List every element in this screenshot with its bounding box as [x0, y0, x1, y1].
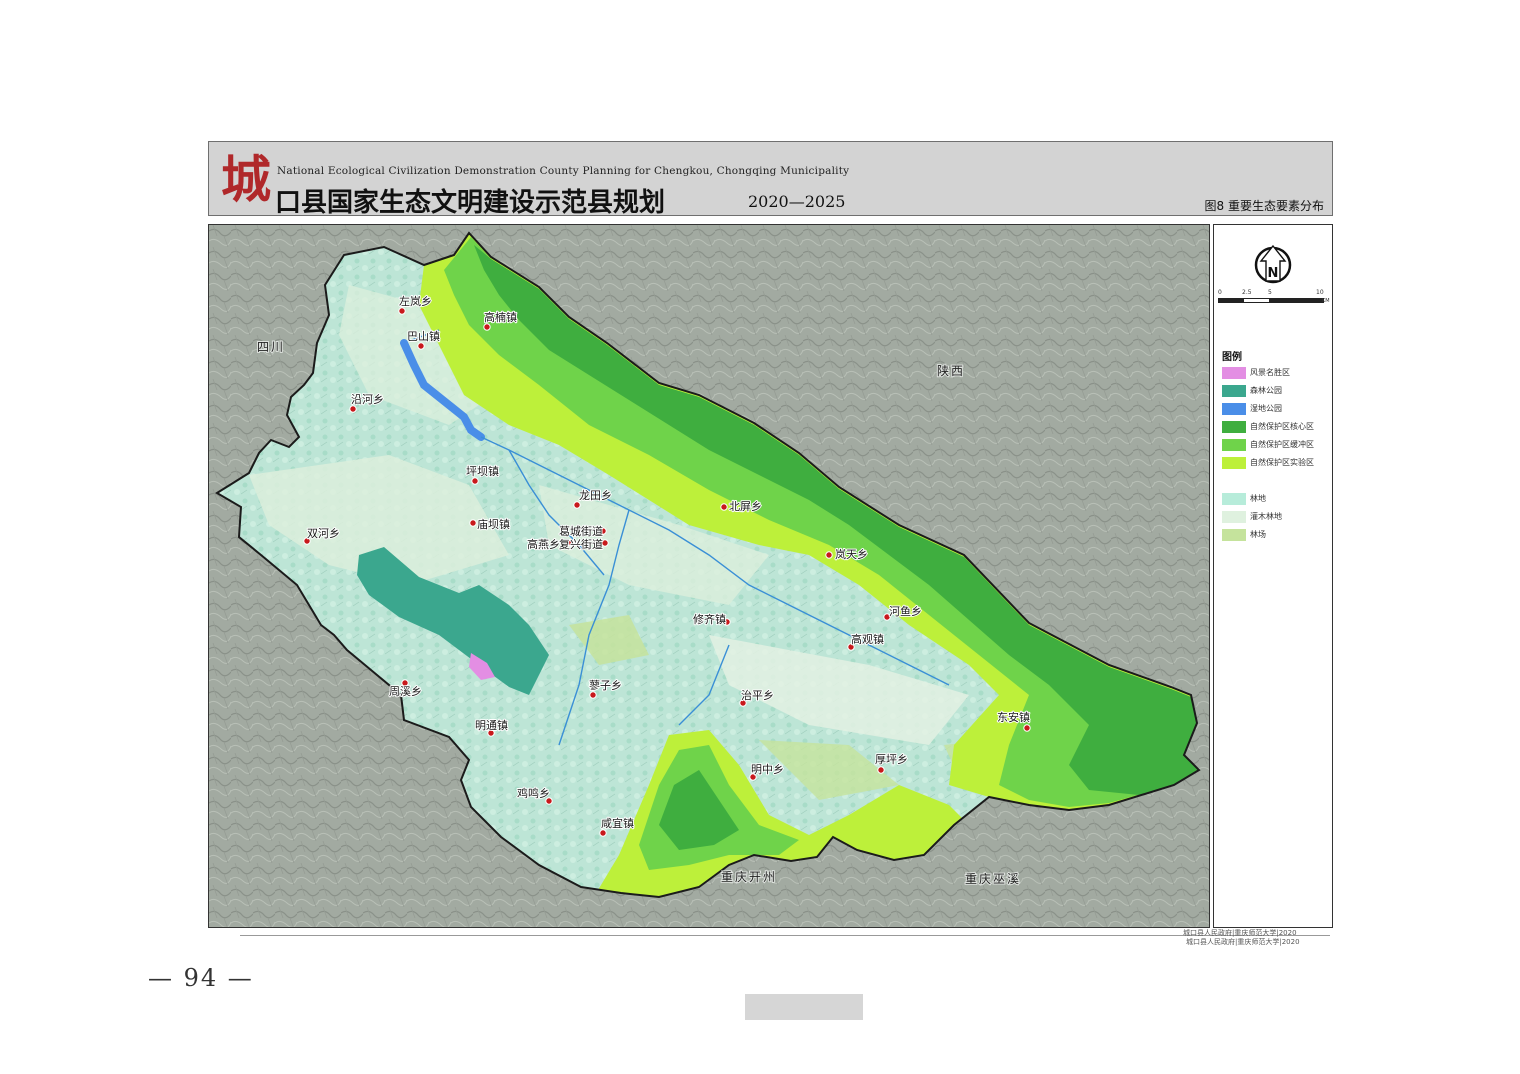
region-label-sichuan: 四川	[257, 340, 285, 354]
north-arrow-icon: N	[1254, 245, 1292, 284]
title-chinese: 口县国家生态文明建设示范县规划	[275, 188, 666, 218]
figure-label: 图8 重要生态要素分布	[1204, 199, 1324, 213]
town-label: 明通镇	[475, 718, 508, 732]
page-number: — 94 —	[148, 964, 254, 992]
legend-swatch	[1222, 439, 1246, 451]
town-label: 左岚乡	[399, 295, 432, 308]
map-header: 城 National Ecological Civilization Demon…	[208, 141, 1333, 218]
town-dot[interactable]	[589, 691, 597, 699]
town-label: 鸡鸣乡	[517, 786, 550, 800]
town-label: 蓼子乡	[589, 679, 622, 692]
scale-tick: 2.5	[1242, 289, 1252, 296]
credit-text: 城口县人民政府|重庆师范大学|2020	[1186, 938, 1300, 946]
legend-swatch	[1222, 367, 1246, 379]
town-label: 庙坝镇	[477, 517, 510, 531]
credit-divider	[240, 935, 1330, 936]
town-label: 北屏乡	[729, 500, 762, 513]
legend-swatch	[1222, 421, 1246, 433]
legend-label: 自然保护区核心区	[1250, 422, 1314, 431]
town-label: 厚坪乡	[875, 753, 908, 766]
town-dot[interactable]	[471, 477, 479, 485]
town-label: 治平乡	[741, 688, 774, 702]
legend-label: 灌木林地	[1250, 512, 1282, 521]
legend-swatch	[1222, 511, 1246, 523]
town-label: 高观镇	[851, 632, 884, 646]
town-dot[interactable]	[573, 501, 581, 509]
town-dot[interactable]	[877, 766, 885, 774]
legend-label: 自然保护区缓冲区	[1250, 440, 1314, 449]
scale-unit: KM	[1322, 298, 1330, 304]
town-label: 巴山镇	[407, 329, 440, 343]
legend-label: 林场	[1250, 530, 1266, 539]
town-label: 河鱼乡	[889, 604, 922, 618]
town-label: 高楠镇	[484, 310, 517, 324]
legend-label: 湿地公园	[1250, 404, 1282, 413]
town-label: 明中乡	[751, 763, 784, 776]
scale-tick: 0	[1218, 289, 1222, 296]
legend-swatch	[1222, 493, 1246, 505]
town-dot[interactable]	[349, 405, 357, 413]
legend-label: 自然保护区实验区	[1250, 458, 1314, 467]
county-logo-mark: 城	[221, 150, 271, 209]
town-label: 周溪乡	[389, 685, 422, 698]
legend-panel: N 0 2.5 5 10 KM 图例 风景名胜区 森林公园 湿地公园 自然保护区…	[1213, 224, 1333, 928]
legend-swatch	[1222, 385, 1246, 397]
compass-label: N	[1268, 266, 1279, 281]
town-label: 坪坝镇	[466, 464, 499, 478]
town-dot[interactable]	[417, 342, 425, 350]
title-english: National Ecological Civilization Demonst…	[277, 165, 850, 177]
legend-swatch	[1222, 403, 1246, 415]
town-dot[interactable]	[720, 503, 728, 511]
title-years: 2020—2025	[748, 192, 846, 211]
region-label-shaanxi: 陕西	[937, 363, 965, 378]
legend-label: 风景名胜区	[1250, 368, 1290, 377]
legend-swatch	[1222, 457, 1246, 469]
town-label: 咸宜镇	[601, 816, 634, 830]
town-label: 复兴街道	[559, 537, 603, 551]
town-dot[interactable]	[483, 323, 491, 331]
town-label: 岚天乡	[835, 548, 868, 561]
town-dot[interactable]	[398, 307, 406, 315]
town-dot[interactable]	[599, 829, 607, 837]
region-label-kaizhou: 重庆开州	[721, 870, 777, 884]
ecological-map[interactable]: 四川 陕西 重庆开州 重庆巫溪 左岚乡 高楠镇 巴山镇 沿河乡 坪坝镇 龙田乡 …	[209, 225, 1210, 928]
legend-label: 森林公园	[1250, 386, 1282, 395]
town-label: 双河乡	[307, 527, 340, 540]
town-label: 东安镇	[997, 710, 1030, 724]
scale-bar: 0 2.5 5 10 KM	[1218, 289, 1330, 307]
town-dot[interactable]	[825, 551, 833, 559]
scale-tick: 10	[1316, 289, 1324, 296]
map-frame[interactable]: 四川 陕西 重庆开州 重庆巫溪 左岚乡 高楠镇 巴山镇 沿河乡 坪坝镇 龙田乡 …	[208, 224, 1210, 928]
town-label: 龙田乡	[579, 489, 612, 502]
legend-title: 图例	[1222, 352, 1242, 363]
town-label: 高燕乡	[527, 537, 560, 551]
legend-label: 林地	[1250, 494, 1266, 503]
scale-tick: 5	[1268, 289, 1272, 296]
town-label: 葛城街道	[559, 524, 603, 538]
town-label: 修齐镇	[693, 612, 726, 626]
region-label-wuxi: 重庆巫溪	[965, 872, 1021, 886]
town-dot[interactable]	[469, 519, 477, 527]
footer-block	[745, 994, 863, 1020]
town-label: 沿河乡	[351, 393, 384, 406]
legend-swatch	[1222, 529, 1246, 541]
town-dot[interactable]	[1023, 724, 1031, 732]
